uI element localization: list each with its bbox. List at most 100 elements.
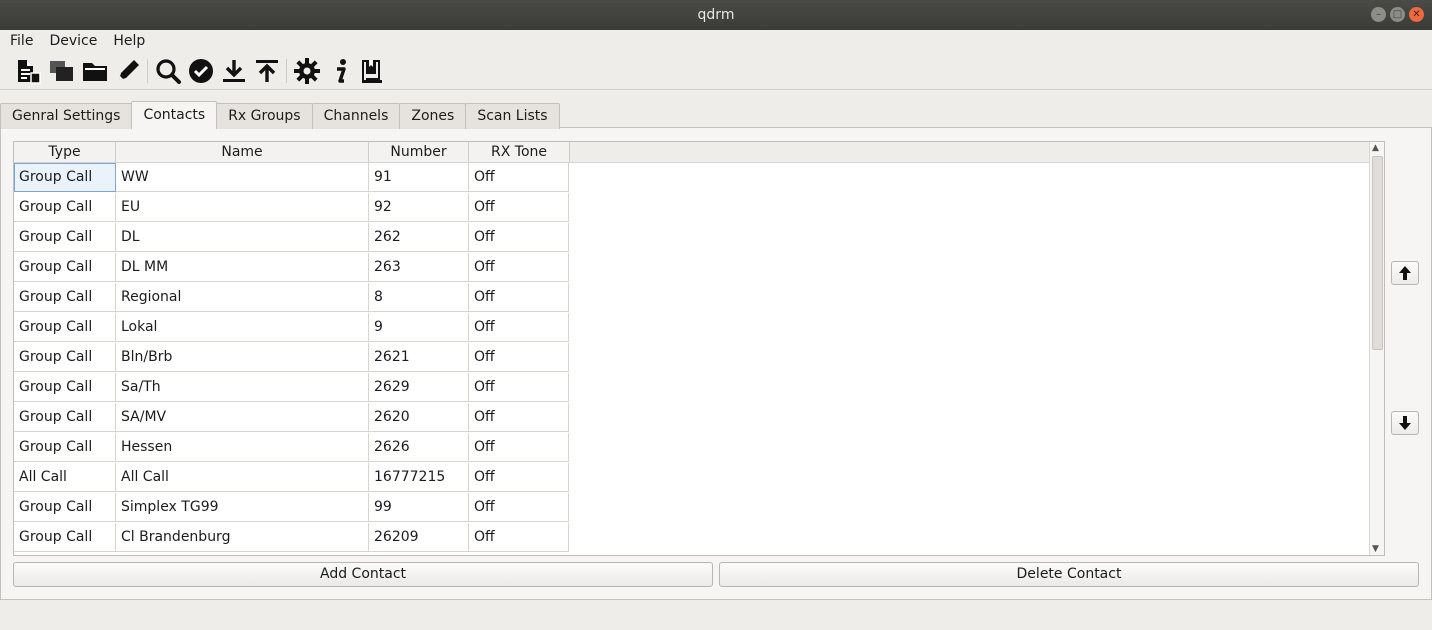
column-header-name[interactable]: Name <box>116 142 369 162</box>
edit-pencil-icon[interactable] <box>114 57 142 85</box>
cell-rx-tone[interactable]: Off <box>469 223 569 252</box>
table-row[interactable]: Group Call Sa/Th 2629 Off <box>14 373 569 403</box>
table-row[interactable]: Group Call DL 262 Off <box>14 223 569 253</box>
tab-channels[interactable]: Channels <box>311 103 401 129</box>
table-row[interactable]: Group Call Simplex TG99 99 Off <box>14 493 569 523</box>
cell-rx-tone[interactable]: Off <box>469 283 569 312</box>
new-document-icon[interactable] <box>14 57 42 85</box>
cell-type[interactable]: Group Call <box>14 403 116 432</box>
column-header-type[interactable]: Type <box>14 142 116 162</box>
table-row[interactable]: Group Call Regional 8 Off <box>14 283 569 313</box>
open-folder-icon[interactable] <box>81 57 109 85</box>
table-row[interactable]: Group Call Lokal 9 Off <box>14 313 569 343</box>
cell-number[interactable]: 2626 <box>369 433 469 462</box>
menu-file[interactable]: File <box>0 30 39 52</box>
cell-rx-tone[interactable]: Off <box>469 253 569 282</box>
cell-type[interactable]: Group Call <box>14 373 116 402</box>
cell-rx-tone[interactable]: Off <box>469 433 569 462</box>
table-row[interactable]: Group Call DL MM 263 Off <box>14 253 569 283</box>
cell-type[interactable]: Group Call <box>14 283 116 312</box>
cell-rx-tone[interactable]: Off <box>469 163 569 192</box>
table-row[interactable]: Group Call Hessen 2626 Off <box>14 433 569 463</box>
add-contact-button[interactable]: Add Contact <box>13 562 713 587</box>
table-row[interactable]: Group Call WW 91 Off <box>14 163 569 193</box>
cell-type[interactable]: Group Call <box>14 493 116 522</box>
cell-number[interactable]: 9 <box>369 313 469 342</box>
cell-rx-tone[interactable]: Off <box>469 193 569 222</box>
cell-name[interactable]: Bln/Brb <box>116 343 369 372</box>
cell-type[interactable]: Group Call <box>14 193 116 222</box>
cell-number[interactable]: 16777215 <box>369 463 469 492</box>
column-header-number[interactable]: Number <box>369 142 469 162</box>
cell-rx-tone[interactable]: Off <box>469 493 569 522</box>
cell-type[interactable]: Group Call <box>14 313 116 342</box>
column-header-rx-tone[interactable]: RX Tone <box>469 142 570 162</box>
contacts-table[interactable]: Type Name Number RX Tone Group Call WW 91 O… <box>13 141 1385 556</box>
cell-name[interactable]: All Call <box>116 463 369 492</box>
cell-number[interactable]: 2620 <box>369 403 469 432</box>
cell-number[interactable]: 2629 <box>369 373 469 402</box>
cell-type[interactable]: All Call <box>14 463 116 492</box>
menu-device[interactable]: Device <box>39 30 103 52</box>
cell-number[interactable]: 92 <box>369 193 469 222</box>
tab-rx-groups[interactable]: Rx Groups <box>216 103 313 129</box>
move-down-button[interactable] <box>1391 411 1419 435</box>
cell-name[interactable]: Regional <box>116 283 369 312</box>
cell-name[interactable]: Cl Brandenburg <box>116 523 369 552</box>
table-row[interactable]: All Call All Call 16777215 Off <box>14 463 569 493</box>
tab-general-settings[interactable]: Genral Settings <box>0 103 133 129</box>
menu-help[interactable]: Help <box>103 30 151 52</box>
tab-contacts[interactable]: Contacts <box>131 101 218 129</box>
info-icon[interactable] <box>327 57 355 85</box>
maximize-icon[interactable]: □ <box>1390 7 1405 22</box>
cell-rx-tone[interactable]: Off <box>469 343 569 372</box>
cell-rx-tone[interactable]: Off <box>469 523 569 552</box>
move-up-button[interactable] <box>1391 261 1419 285</box>
settings-gear-icon[interactable] <box>293 57 321 85</box>
cell-number[interactable]: 2621 <box>369 343 469 372</box>
cell-rx-tone[interactable]: Off <box>469 403 569 432</box>
cell-name[interactable]: Hessen <box>116 433 369 462</box>
cell-name[interactable]: SA/MV <box>116 403 369 432</box>
cell-type[interactable]: Group Call <box>14 433 116 462</box>
copy-windows-icon[interactable] <box>48 57 76 85</box>
cell-number[interactable]: 263 <box>369 253 469 282</box>
scroll-down-icon[interactable]: ▼ <box>1372 544 1379 554</box>
cell-number[interactable]: 26209 <box>369 523 469 552</box>
cell-rx-tone[interactable]: Off <box>469 463 569 492</box>
cell-number[interactable]: 91 <box>369 163 469 192</box>
table-row[interactable]: Group Call Bln/Brb 2621 Off <box>14 343 569 373</box>
cell-name[interactable]: Sa/Th <box>116 373 369 402</box>
table-row[interactable]: Group Call Cl Brandenburg 26209 Off <box>14 523 569 553</box>
close-icon[interactable]: ✕ <box>1409 7 1424 22</box>
cell-number[interactable]: 8 <box>369 283 469 312</box>
scroll-up-icon[interactable]: ▲ <box>1372 143 1379 153</box>
cell-type[interactable]: Group Call <box>14 523 116 552</box>
upload-icon[interactable] <box>253 57 281 85</box>
cell-name[interactable]: Lokal <box>116 313 369 342</box>
cell-rx-tone[interactable]: Off <box>469 313 569 342</box>
cell-name[interactable]: Simplex TG99 <box>116 493 369 522</box>
cell-type[interactable]: Group Call <box>14 223 116 252</box>
codeplug-book-icon[interactable] <box>358 57 386 85</box>
cell-number[interactable]: 262 <box>369 223 469 252</box>
cell-name[interactable]: DL <box>116 223 369 252</box>
minimize-icon[interactable]: – <box>1371 7 1386 22</box>
cell-name[interactable]: EU <box>116 193 369 222</box>
cell-name[interactable]: DL MM <box>116 253 369 282</box>
cell-type[interactable]: Group Call <box>14 163 116 192</box>
verify-check-icon[interactable] <box>187 57 215 85</box>
cell-name[interactable]: WW <box>116 163 369 192</box>
vertical-scrollbar[interactable]: ▲ ▼ <box>1369 142 1384 555</box>
tab-zones[interactable]: Zones <box>399 103 467 129</box>
cell-type[interactable]: Group Call <box>14 343 116 372</box>
cell-number[interactable]: 99 <box>369 493 469 522</box>
table-row[interactable]: Group Call EU 92 Off <box>14 193 569 223</box>
tab-scan-lists[interactable]: Scan Lists <box>465 103 560 129</box>
download-icon[interactable] <box>220 57 248 85</box>
delete-contact-button[interactable]: Delete Contact <box>719 562 1419 587</box>
search-icon[interactable] <box>154 57 182 85</box>
cell-type[interactable]: Group Call <box>14 253 116 282</box>
scrollbar-thumb[interactable] <box>1372 156 1383 350</box>
table-row[interactable]: Group Call SA/MV 2620 Off <box>14 403 569 433</box>
